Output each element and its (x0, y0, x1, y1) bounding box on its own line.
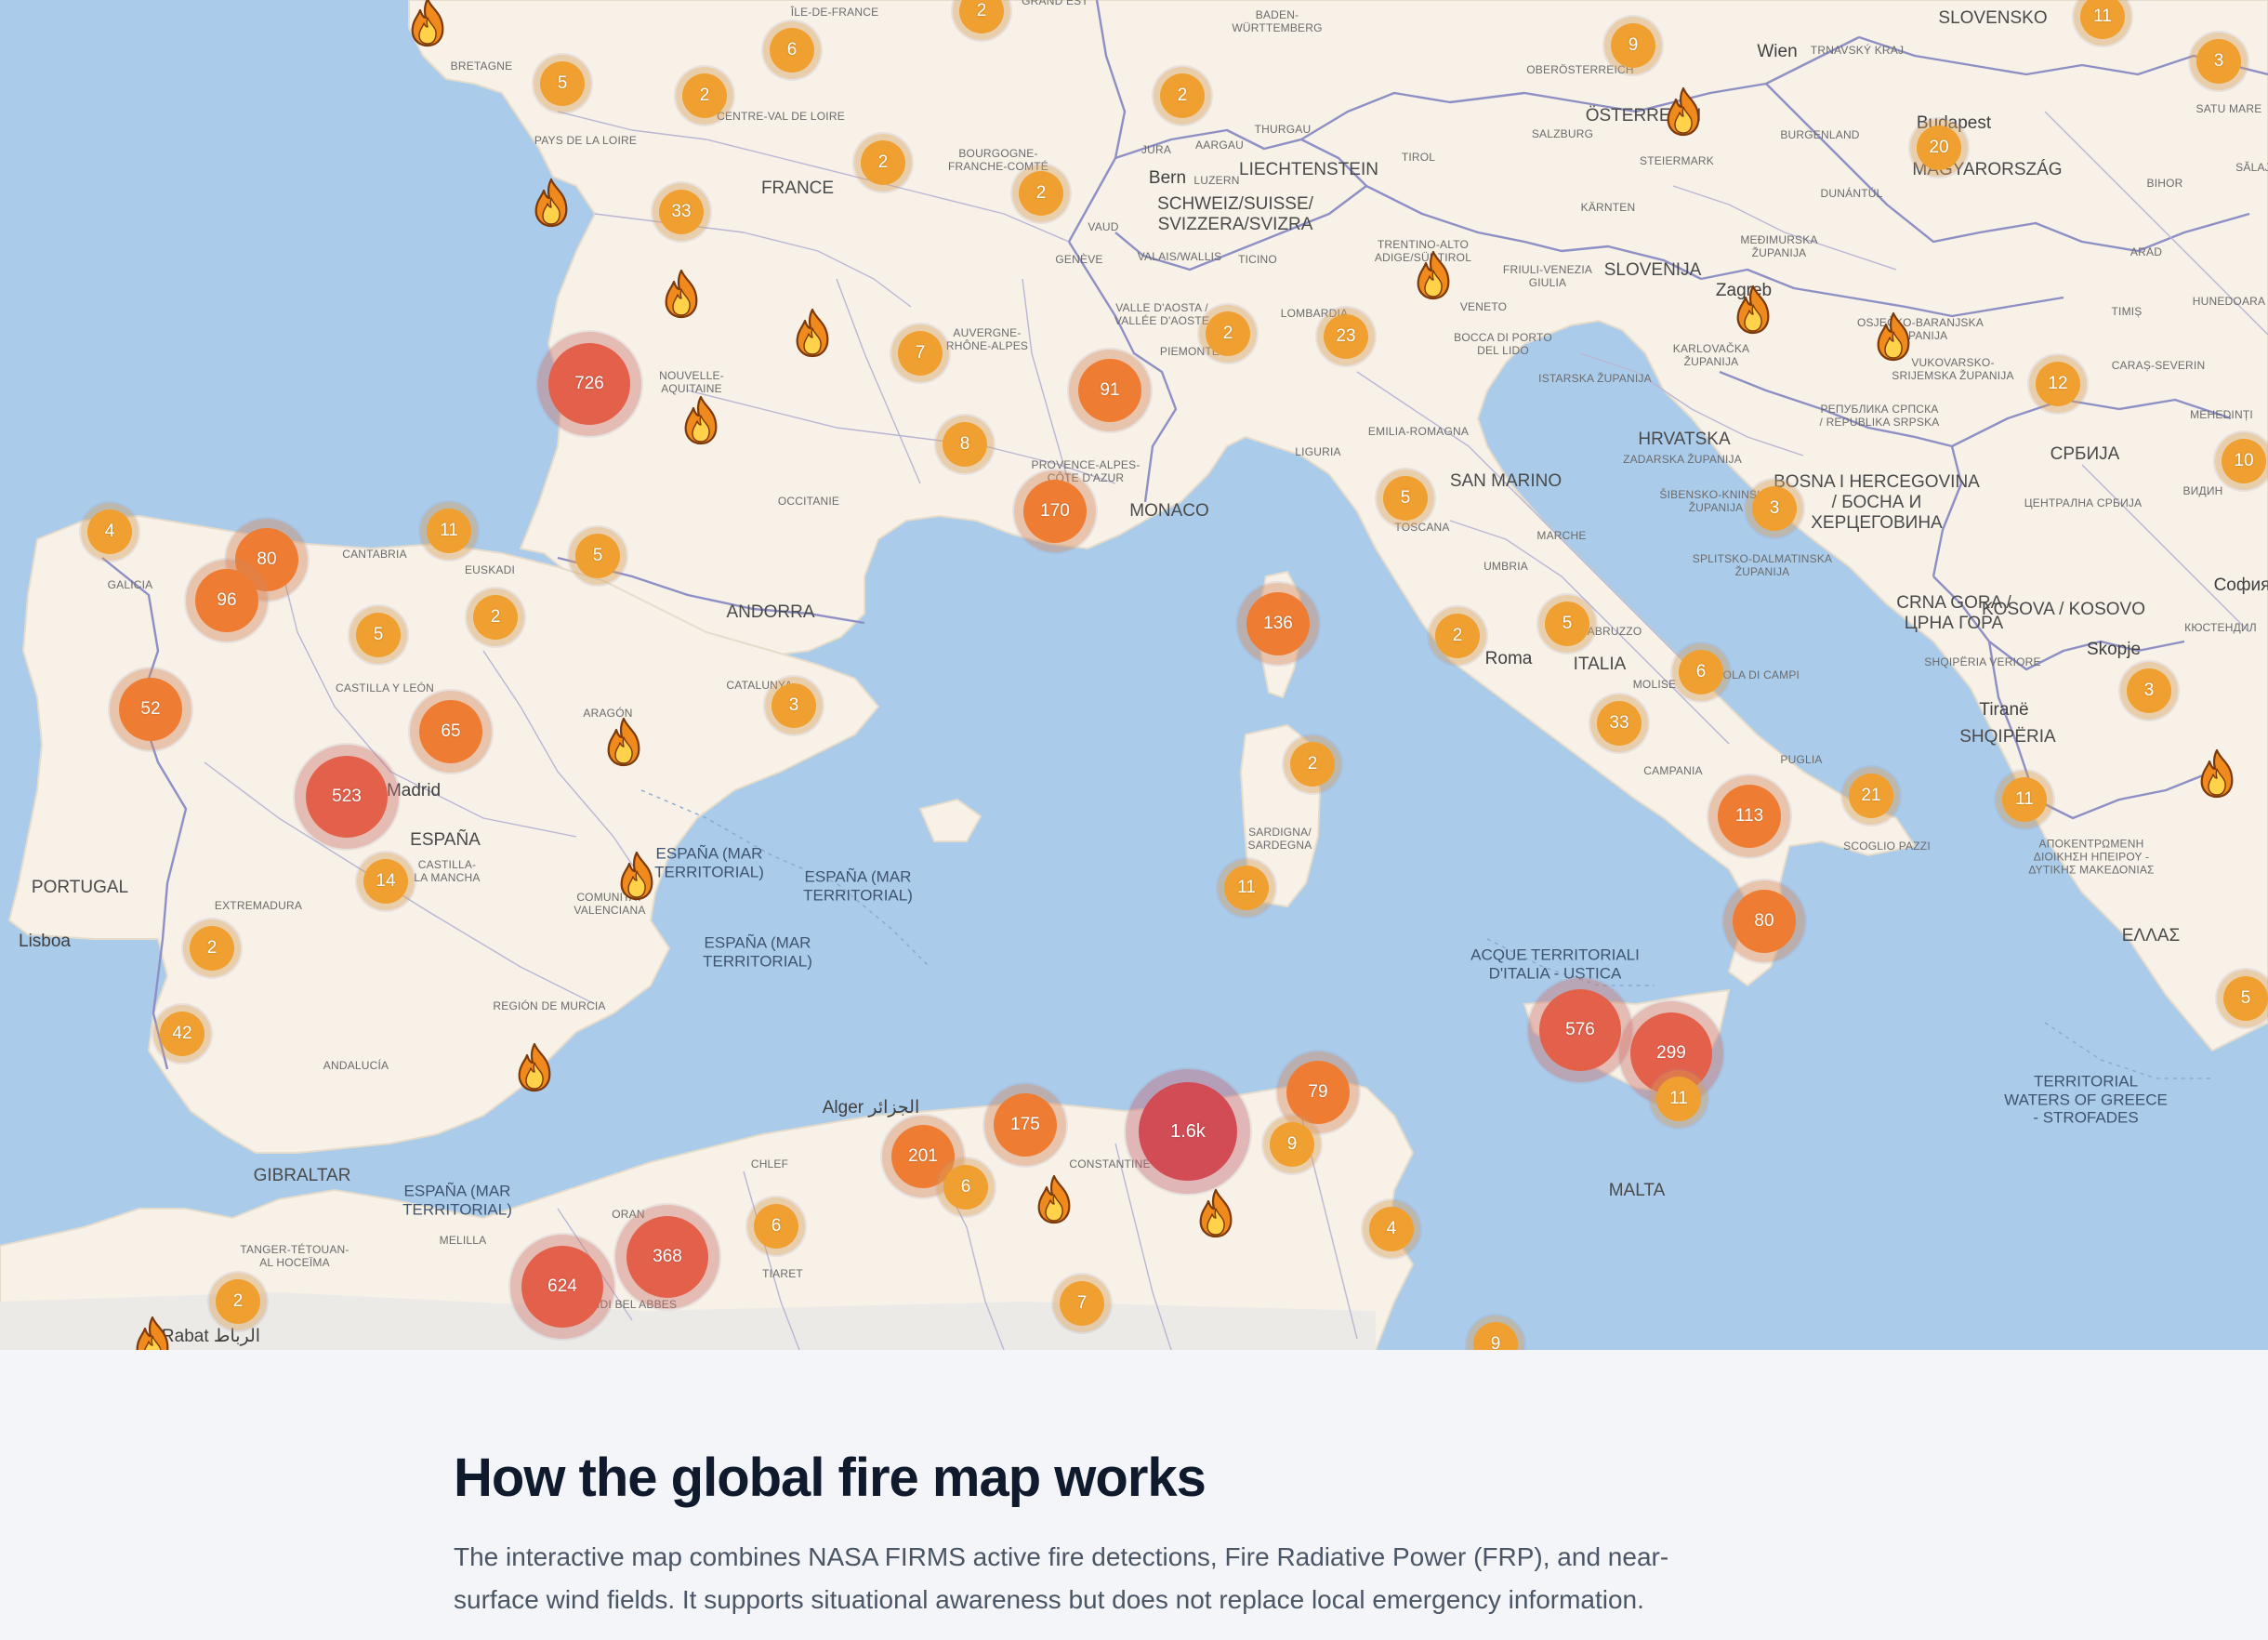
fire-icon[interactable] (616, 851, 657, 901)
fire-cluster-marker[interactable]: 368 (626, 1216, 708, 1298)
fire-cluster-marker[interactable]: 5 (2223, 976, 2268, 1021)
fire-cluster-marker[interactable]: 14 (363, 859, 408, 904)
fire-cluster-marker[interactable]: 2 (1290, 742, 1335, 787)
fire-cluster-marker[interactable]: 5 (1383, 476, 1428, 521)
fire-cluster-marker[interactable]: 80 (1733, 890, 1796, 953)
land-mallorca (918, 798, 982, 842)
info-title: How the global fire map works (454, 1448, 1207, 1508)
fire-cluster-marker[interactable]: 2 (861, 140, 905, 185)
fire-cluster-marker[interactable]: 23 (1324, 314, 1368, 359)
fire-cluster-marker[interactable]: 175 (994, 1093, 1057, 1157)
info-description: The interactive map combines NASA FIRMS … (454, 1542, 1669, 1614)
fire-cluster-marker[interactable]: 42 (160, 1012, 204, 1056)
fire-cluster-marker[interactable]: 79 (1286, 1061, 1350, 1124)
fire-cluster-marker[interactable]: 6 (943, 1165, 988, 1210)
fire-cluster-marker[interactable]: 4 (1369, 1207, 1414, 1251)
fire-cluster-marker[interactable]: 20 (1917, 126, 1961, 170)
fire-cluster-marker[interactable]: 10 (2222, 439, 2266, 483)
fire-cluster-marker[interactable]: 11 (2002, 777, 2047, 822)
fire-icon[interactable] (661, 269, 702, 319)
fire-cluster-marker[interactable]: 65 (419, 700, 482, 763)
fire-cluster-marker[interactable]: 726 (548, 343, 630, 425)
fire-cluster-marker[interactable]: 8 (943, 422, 987, 467)
fire-cluster-marker[interactable]: 11 (1224, 866, 1269, 910)
fire-cluster-marker[interactable]: 33 (659, 190, 704, 234)
fire-icon[interactable] (514, 1042, 555, 1092)
fire-icon[interactable] (1195, 1188, 1236, 1238)
fire-cluster-marker[interactable]: 9 (1270, 1122, 1314, 1167)
fire-cluster-marker[interactable]: 52 (119, 678, 182, 741)
fire-cluster-marker[interactable]: 6 (770, 28, 814, 73)
fire-cluster-marker[interactable]: 11 (1656, 1077, 1701, 1121)
fire-cluster-marker[interactable]: 33 (1597, 701, 1642, 746)
fire-icon[interactable] (1413, 250, 1454, 300)
fire-cluster-marker[interactable]: 7 (898, 331, 943, 376)
fire-cluster-marker[interactable]: 2 (216, 1279, 260, 1324)
fire-cluster-marker[interactable]: 2 (190, 926, 234, 971)
fire-icon[interactable] (603, 717, 644, 767)
fire-cluster-marker[interactable]: 3 (2127, 668, 2171, 713)
fire-cluster-marker[interactable]: 2 (1435, 614, 1480, 658)
info-section: How the global fire map works The intera… (0, 1350, 2268, 1640)
fire-map[interactable]: FRANCE ESPAÑA PORTUGAL ITALIA SLOVENIJA HRVAT… (0, 0, 2268, 1350)
fire-cluster-marker[interactable]: 21 (1849, 774, 1893, 818)
fire-cluster-marker[interactable]: 523 (306, 756, 388, 838)
fire-icon[interactable] (792, 308, 833, 358)
fire-cluster-marker[interactable]: 5 (575, 534, 620, 578)
fire-cluster-marker[interactable]: 6 (1679, 650, 1723, 694)
fire-cluster-marker[interactable]: 91 (1078, 359, 1141, 422)
fire-cluster-marker[interactable]: 113 (1718, 785, 1781, 848)
fire-cluster-marker[interactable]: 2 (1019, 171, 1063, 216)
fire-cluster-marker[interactable]: 576 (1539, 989, 1621, 1071)
fire-cluster-marker[interactable]: 2 (682, 73, 727, 118)
fire-cluster-marker[interactable]: 6 (754, 1204, 798, 1249)
fire-cluster-marker[interactable]: 3 (771, 683, 816, 728)
fire-cluster-marker[interactable]: 136 (1246, 592, 1310, 655)
fire-icon[interactable] (407, 0, 448, 47)
fire-icon[interactable] (1663, 86, 1704, 137)
fire-cluster-marker[interactable]: 11 (427, 509, 471, 553)
fire-cluster-marker[interactable]: 12 (2036, 362, 2080, 406)
fire-cluster-marker[interactable]: 5 (540, 61, 585, 106)
fire-icon[interactable] (1733, 284, 1774, 335)
fire-cluster-marker[interactable]: 2 (1160, 73, 1205, 118)
fire-icon[interactable] (2196, 748, 2237, 799)
fire-cluster-marker[interactable]: 3 (1752, 486, 1797, 531)
fire-icon[interactable] (680, 395, 721, 445)
fire-cluster-marker[interactable]: 9 (1611, 23, 1655, 68)
fire-cluster-marker[interactable]: 624 (521, 1246, 603, 1328)
fire-cluster-marker[interactable]: 3 (2196, 39, 2241, 84)
fire-icon[interactable] (531, 178, 572, 228)
fire-icon[interactable] (1873, 311, 1914, 362)
fire-cluster-marker[interactable]: 2 (473, 595, 518, 640)
fire-cluster-marker[interactable]: 4 (87, 509, 132, 554)
fire-cluster-marker[interactable]: 2 (1206, 311, 1250, 356)
fire-cluster-marker[interactable]: 7 (1060, 1281, 1104, 1326)
fire-cluster-marker[interactable]: 5 (356, 613, 401, 657)
fire-icon[interactable] (132, 1316, 173, 1350)
fire-cluster-marker[interactable]: 5 (1545, 602, 1589, 646)
fire-cluster-marker[interactable]: 96 (195, 569, 258, 632)
fire-cluster-marker[interactable]: 1.6k (1139, 1082, 1237, 1181)
fire-icon[interactable] (1034, 1174, 1075, 1224)
map-basemap (0, 0, 2268, 1350)
fire-cluster-marker[interactable]: 170 (1023, 480, 1087, 543)
